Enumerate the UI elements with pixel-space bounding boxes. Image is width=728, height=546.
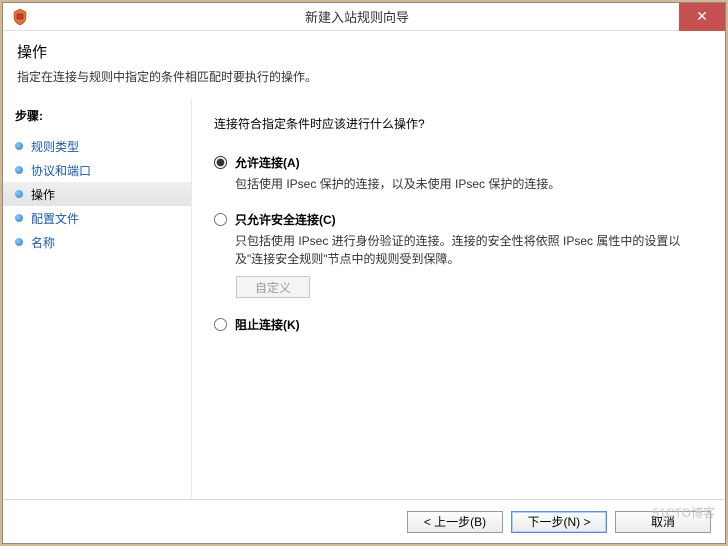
content-question: 连接符合指定条件时应该进行什么操作? [214, 115, 703, 132]
step-bullet-icon [15, 238, 23, 246]
step-label: 名称 [31, 234, 55, 251]
customize-button: 自定义 [236, 276, 310, 298]
back-button[interactable]: < 上一步(B) [407, 511, 503, 533]
wizard-header: 操作 指定在连接与规则中指定的条件相匹配时要执行的操作。 [3, 31, 725, 99]
radio-allow[interactable] [214, 156, 227, 169]
radio-secure[interactable] [214, 213, 227, 226]
radio-block[interactable] [214, 318, 227, 331]
steps-heading: 步骤: [15, 107, 191, 124]
sidebar-item-action[interactable]: 操作 [3, 182, 191, 206]
close-icon: ✕ [696, 8, 708, 25]
sidebar-item-protocol-ports[interactable]: 协议和端口 [15, 158, 191, 182]
wizard-content: 连接符合指定条件时应该进行什么操作? 允许连接(A) 包括使用 IPsec 保护… [191, 99, 725, 519]
step-bullet-icon [15, 214, 23, 222]
option-block-connection: 阻止连接(K) [214, 316, 703, 333]
wizard-body: 步骤: 规则类型 协议和端口 操作 配置文件 名称 连 [3, 99, 725, 519]
next-button[interactable]: 下一步(N) > [511, 511, 607, 533]
step-label: 规则类型 [31, 138, 79, 155]
option-label: 阻止连接(K) [235, 316, 300, 333]
option-label: 允许连接(A) [235, 154, 300, 171]
cancel-button[interactable]: 取消 [615, 511, 711, 533]
window-title: 新建入站规则向导 [35, 7, 679, 26]
option-row[interactable]: 允许连接(A) [214, 154, 703, 171]
option-description: 包括使用 IPsec 保护的连接，以及未使用 IPsec 保护的连接。 [235, 175, 695, 193]
sidebar-item-name[interactable]: 名称 [15, 230, 191, 254]
close-button[interactable]: ✕ [679, 3, 725, 31]
wizard-footer: < 上一步(B) 下一步(N) > 取消 [3, 499, 725, 543]
sidebar-item-profile[interactable]: 配置文件 [15, 206, 191, 230]
option-allow-connection: 允许连接(A) 包括使用 IPsec 保护的连接，以及未使用 IPsec 保护的… [214, 154, 703, 193]
step-bullet-icon [15, 142, 23, 150]
titlebar: 新建入站规则向导 ✕ [3, 3, 725, 31]
steps-sidebar: 步骤: 规则类型 协议和端口 操作 配置文件 名称 [3, 99, 191, 519]
option-row[interactable]: 只允许安全连接(C) [214, 211, 703, 228]
wizard-window: 新建入站规则向导 ✕ 操作 指定在连接与规则中指定的条件相匹配时要执行的操作。 … [2, 2, 726, 544]
option-label: 只允许安全连接(C) [235, 211, 336, 228]
step-bullet-icon [15, 166, 23, 174]
option-secure-connection: 只允许安全连接(C) 只包括使用 IPsec 进行身份验证的连接。连接的安全性将… [214, 211, 703, 298]
step-label: 配置文件 [31, 210, 79, 227]
step-bullet-icon [15, 190, 23, 198]
page-description: 指定在连接与规则中指定的条件相匹配时要执行的操作。 [17, 68, 711, 85]
sidebar-item-rule-type[interactable]: 规则类型 [15, 134, 191, 158]
option-row[interactable]: 阻止连接(K) [214, 316, 703, 333]
step-label: 操作 [31, 186, 55, 203]
option-description: 只包括使用 IPsec 进行身份验证的连接。连接的安全性将依照 IPsec 属性… [235, 232, 695, 268]
page-title: 操作 [17, 41, 711, 62]
step-label: 协议和端口 [31, 162, 91, 179]
app-icon [11, 8, 29, 26]
